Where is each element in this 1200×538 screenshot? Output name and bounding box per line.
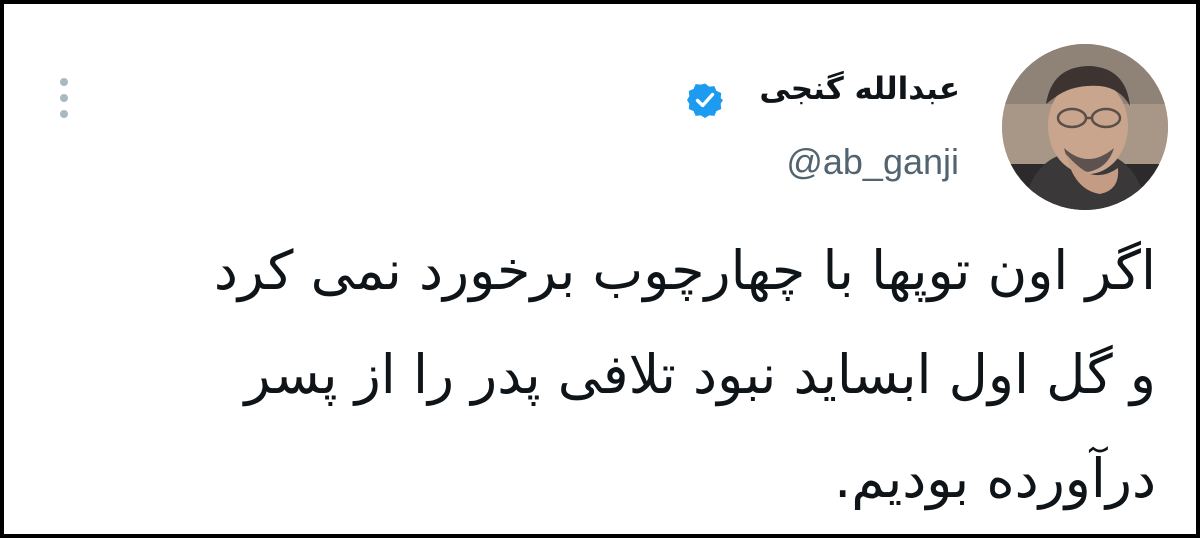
verified-badge-icon — [687, 82, 723, 118]
tweet-text-line: اگر اون توپها با چهارچوب برخورد نمی کرد — [213, 239, 1156, 302]
author-display-name[interactable]: عبدالله گنجی — [759, 74, 960, 105]
tweet-text-line: درآورده بودیم. — [834, 447, 1156, 510]
avatar[interactable] — [1002, 44, 1168, 210]
tweet-card[interactable]: عبدالله گنجی @ab_ganji اگر اون توپها با … — [4, 4, 1196, 534]
screenshot-frame: عبدالله گنجی @ab_ganji اگر اون توپها با … — [0, 0, 1200, 538]
tweet-text-line: و گل اول ابساید نبود تلافی پدر را از پسر — [244, 343, 1156, 406]
author-handle[interactable]: @ab_ganji — [786, 144, 959, 180]
more-options-icon[interactable] — [56, 76, 72, 120]
tweet-text: اگر اون توپها با چهارچوب برخورد نمی کرد … — [46, 219, 1156, 531]
